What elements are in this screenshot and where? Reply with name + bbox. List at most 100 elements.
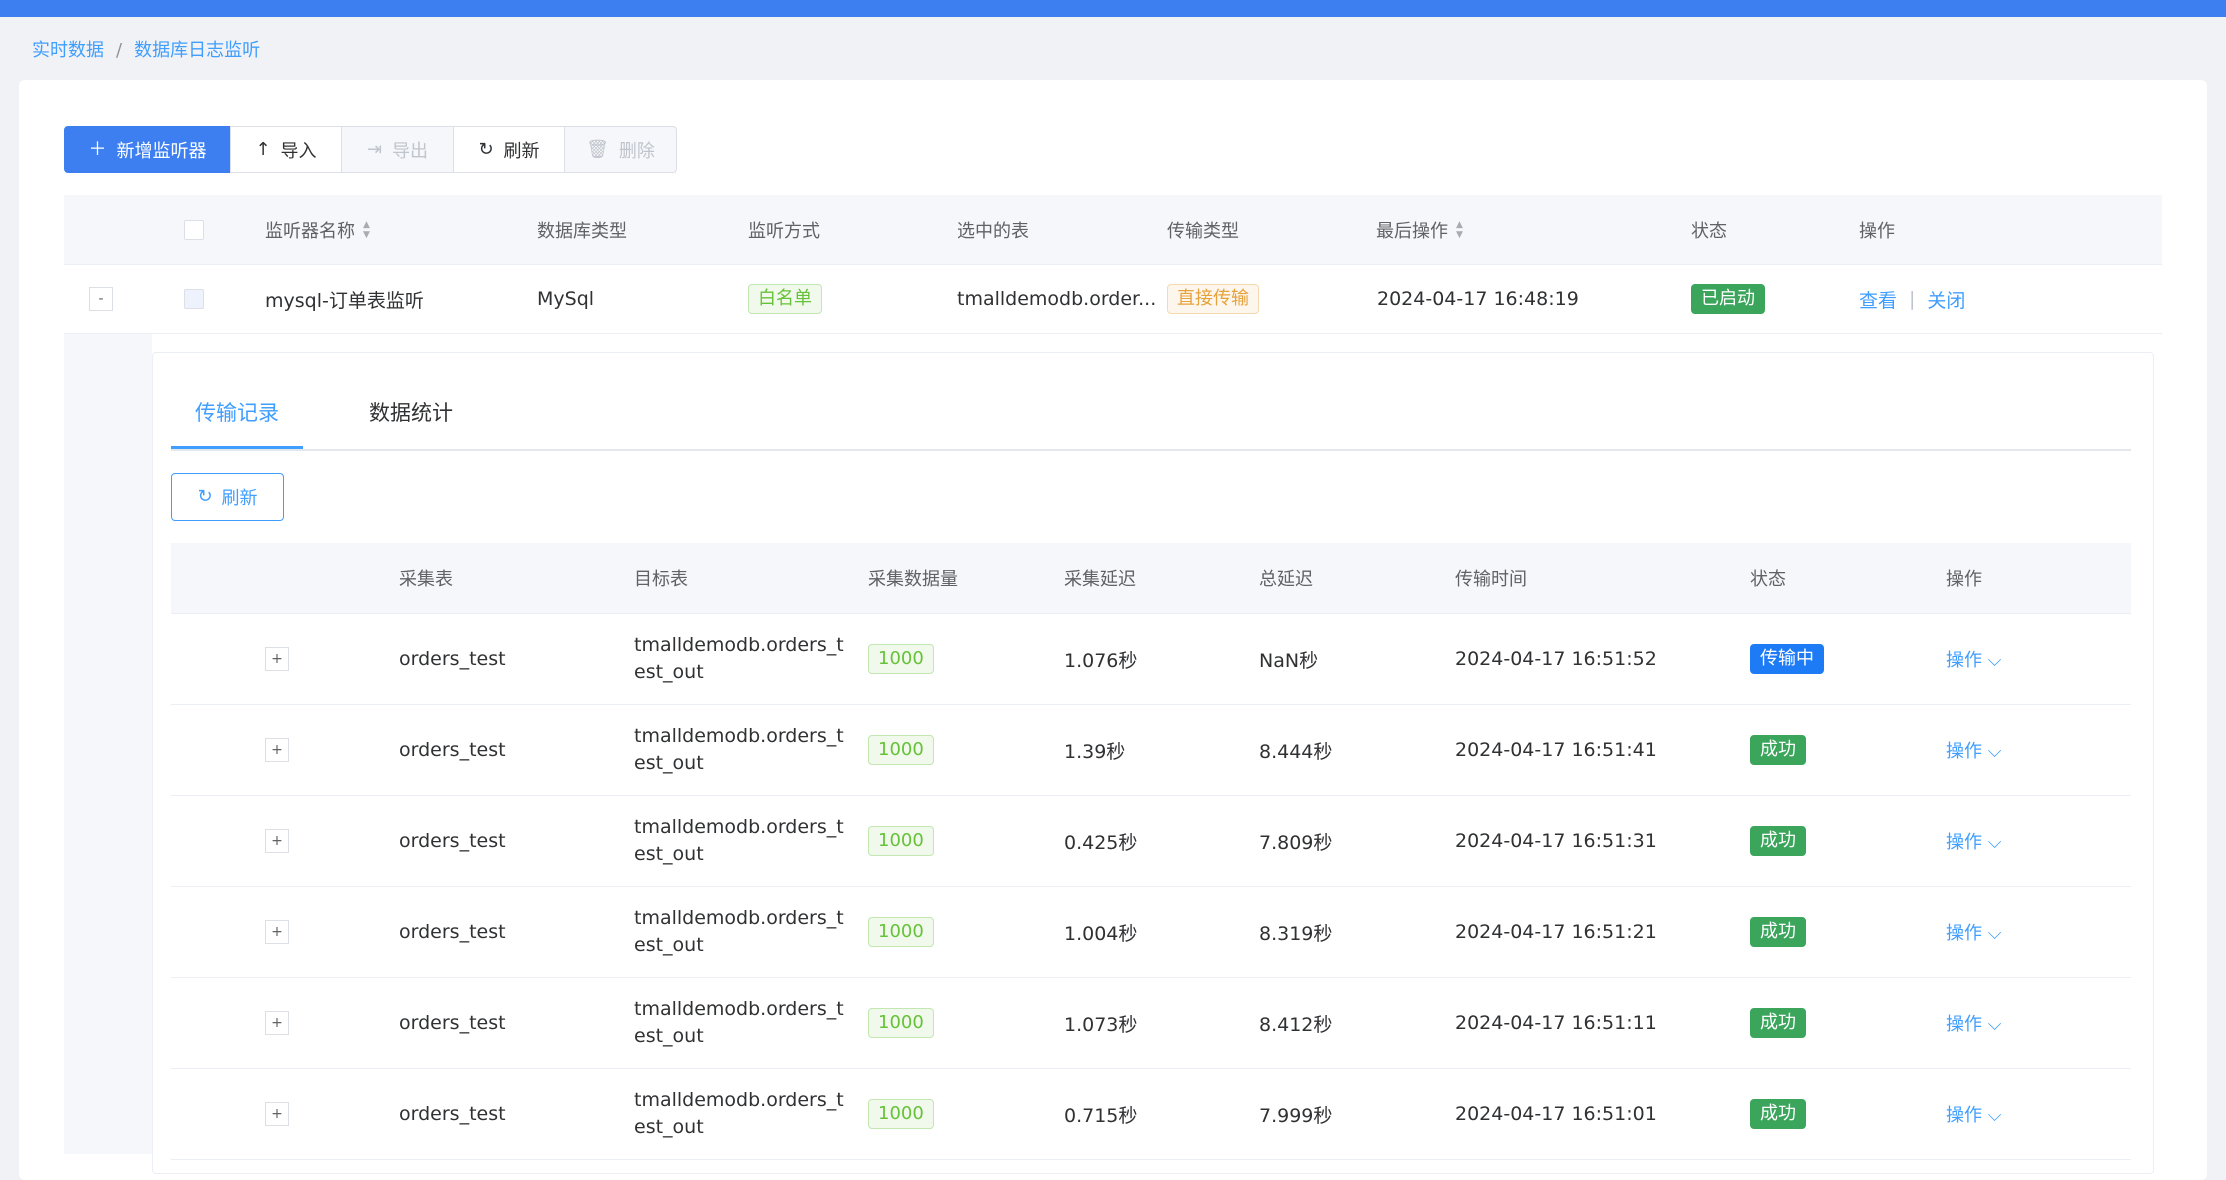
expand-cell: + (265, 978, 289, 1068)
record-actions-cell: 操作 ⌵ (1946, 978, 2001, 1068)
target-table: tmalldemodb.orders_test_out (634, 634, 844, 683)
record-status-badge: 成功 (1750, 1099, 1806, 1129)
collect-count-tag: 1000 (868, 735, 934, 765)
sort-icon[interactable]: ▲ ▼ (1456, 220, 1463, 240)
transfer-time: 2024-04-17 16:51:21 (1455, 921, 1657, 943)
plus-icon: ＋ (88, 138, 107, 160)
refresh-icon: ↻ (197, 486, 213, 507)
close-link[interactable]: 关闭 (1927, 286, 1965, 313)
refresh-label: 刷新 (503, 140, 540, 162)
collect-count-cell: 1000 (868, 887, 934, 977)
refresh-icon: ↻ (478, 138, 494, 160)
header-source-table: 采集表 (399, 569, 453, 590)
select-all-cell (184, 195, 204, 264)
record-status-cell: 成功 (1750, 887, 1806, 977)
target-table: tmalldemodb.orders_test_out (634, 816, 844, 865)
breadcrumb-item-realtime[interactable]: 实时数据 (32, 40, 104, 61)
header-collect-count: 采集数据量 (868, 569, 958, 590)
target-table: tmalldemodb.orders_test_out (634, 725, 844, 774)
select-all-checkbox[interactable] (184, 219, 204, 240)
last-operation-time: 2024-04-17 16:48:19 (1377, 288, 1579, 310)
refresh-button[interactable]: ↻ 刷新 (453, 126, 565, 173)
row-checkbox[interactable] (184, 289, 204, 309)
header-actions: 操作 (1859, 220, 1895, 242)
expand-row-button[interactable]: + (265, 1102, 289, 1126)
export-label: 导出 (392, 140, 429, 162)
listen-mode-tag: 白名单 (748, 284, 822, 314)
table-row: + orders_test tmalldemodb.orders_test_ou… (171, 1069, 2131, 1160)
detail-tabs: 传输记录 数据统计 (171, 353, 2131, 451)
breadcrumb-item-db-log-monitor[interactable]: 数据库日志监听 (134, 40, 260, 61)
collapse-row-button[interactable]: - (89, 287, 113, 311)
table-row: + orders_test tmalldemodb.orders_test_ou… (171, 978, 2131, 1069)
header-target-table: 目标表 (634, 569, 688, 590)
expand-row-button[interactable]: + (265, 738, 289, 762)
actions-dropdown[interactable]: 操作 ⌵ (1946, 919, 2001, 945)
actions-cell: 查看 | 关闭 (1859, 265, 1965, 333)
header-total-delay: 总延迟 (1259, 569, 1313, 590)
expanded-row-gutter (64, 334, 152, 1154)
export-icon: ⇥ (366, 138, 383, 160)
import-button[interactable]: ↑ 导入 (230, 126, 342, 173)
target-table: tmalldemodb.orders_test_out (634, 907, 844, 956)
collect-count-cell: 1000 (868, 978, 934, 1068)
header-listener-name[interactable]: 监听器名称 ▲ ▼ (265, 195, 370, 264)
actions-dropdown[interactable]: 操作 ⌵ (1946, 1101, 2001, 1127)
export-button[interactable]: ⇥ 导出 (341, 126, 454, 173)
records-refresh-button[interactable]: ↻ 刷新 (171, 473, 284, 521)
header-last-operation[interactable]: 最后操作 ▲ ▼ (1376, 195, 1463, 264)
listener-table-header: 监听器名称 ▲ ▼ 数据库类型 监听方式 选中的表 传输类型 最后操作 ▲ ▼ 状态 操… (64, 195, 2162, 265)
actions-dropdown[interactable]: 操作 ⌵ (1946, 1010, 2001, 1036)
collect-count-cell: 1000 (868, 1069, 934, 1159)
table-row: + orders_test tmalldemodb.orders_test_ou… (171, 887, 2131, 978)
transfer-records-table: 采集表 目标表 采集数据量 采集延迟 总延迟 传输时间 状态 操作 + orde… (171, 543, 2131, 1160)
record-actions-cell: 操作 ⌵ (1946, 796, 2001, 886)
target-table: tmalldemodb.orders_test_out (634, 1089, 844, 1138)
collapse-cell: - (89, 265, 113, 333)
toolbar: ＋ 新增监听器 ↑ 导入 ⇥ 导出 ↻ 刷新 🗑 删除 (64, 126, 677, 173)
breadcrumb-separator: / (116, 40, 123, 61)
expand-row-button[interactable]: + (265, 1011, 289, 1035)
expand-row-button[interactable]: + (265, 829, 289, 853)
expand-cell: + (265, 887, 289, 977)
status-cell: 已启动 (1691, 265, 1765, 333)
listener-name: mysql-订单表监听 (265, 289, 424, 312)
source-table: orders_test (399, 830, 506, 852)
actions-dropdown[interactable]: 操作 ⌵ (1946, 646, 2001, 672)
collect-count-cell: 1000 (868, 796, 934, 886)
source-table: orders_test (399, 648, 506, 670)
tab-data-statistics[interactable]: 数据统计 (369, 397, 453, 427)
record-status-cell: 成功 (1750, 978, 1806, 1068)
actions-dropdown[interactable]: 操作 ⌵ (1946, 828, 2001, 854)
expand-row-button[interactable]: + (265, 647, 289, 671)
total-delay: 8.444秒 (1259, 740, 1333, 763)
target-table: tmalldemodb.orders_test_out (634, 998, 844, 1047)
chevron-down-icon: ⌵ (1987, 832, 2002, 853)
header-db-type: 数据库类型 (537, 220, 627, 242)
header-transfer-time: 传输时间 (1455, 569, 1527, 590)
selected-tables: tmalldemodb.order... (957, 288, 1157, 310)
delete-label: 删除 (618, 140, 655, 162)
tab-transfer-records[interactable]: 传输记录 (195, 397, 279, 427)
transfer-time: 2024-04-17 16:51:01 (1455, 1103, 1657, 1125)
add-listener-button[interactable]: ＋ 新增监听器 (64, 126, 231, 173)
source-table: orders_test (399, 1012, 506, 1034)
expand-row-button[interactable]: + (265, 920, 289, 944)
header-record-actions: 操作 (1946, 569, 1982, 590)
transfer-type-tag: 直接传输 (1167, 284, 1259, 314)
transfer-time: 2024-04-17 16:51:11 (1455, 1012, 1657, 1034)
arrow-up-icon: ↑ (255, 138, 271, 160)
transfer-time: 2024-04-17 16:51:41 (1455, 739, 1657, 761)
view-link[interactable]: 查看 (1859, 286, 1897, 313)
record-status-cell: 传输中 (1750, 614, 1824, 704)
active-tab-indicator (171, 446, 303, 449)
delete-button[interactable]: 🗑 删除 (564, 126, 677, 173)
records-table-header: 采集表 目标表 采集数据量 采集延迟 总延迟 传输时间 状态 操作 (171, 543, 2131, 614)
transfer-time: 2024-04-17 16:51:31 (1455, 830, 1657, 852)
collect-count-tag: 1000 (868, 644, 934, 674)
total-delay: 8.412秒 (1259, 1013, 1333, 1036)
records-refresh-label: 刷新 (221, 488, 258, 509)
records-table-body: + orders_test tmalldemodb.orders_test_ou… (171, 614, 2131, 1160)
actions-dropdown[interactable]: 操作 ⌵ (1946, 737, 2001, 763)
sort-icon[interactable]: ▲ ▼ (363, 220, 370, 240)
